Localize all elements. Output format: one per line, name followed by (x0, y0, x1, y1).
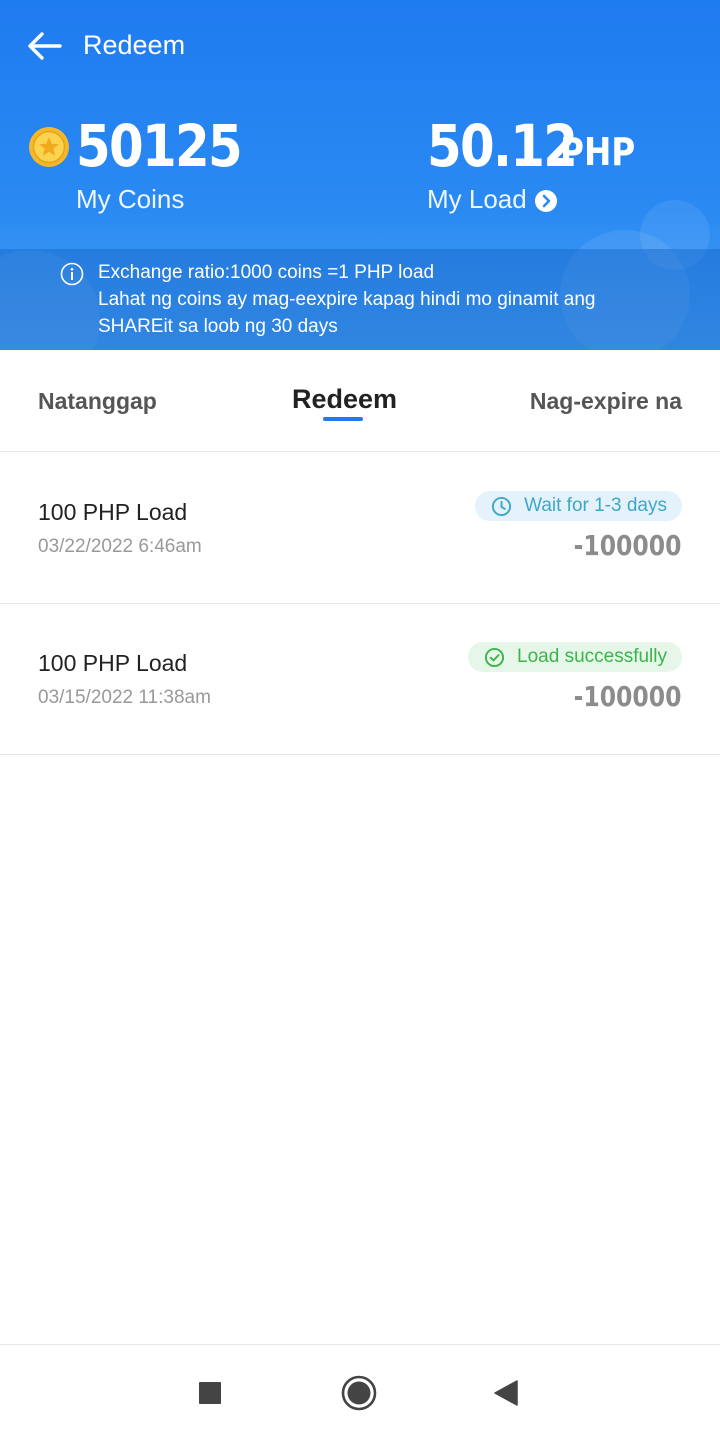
system-back-button[interactable] (494, 1380, 518, 1411)
status-text: Wait for 1-3 days (524, 495, 667, 516)
tab-redeem[interactable]: Redeem (292, 384, 397, 415)
info-icon (60, 262, 84, 286)
system-nav-bar (0, 1344, 720, 1440)
list-item[interactable]: 100 PHP Load 03/22/2022 6:46am Wait for … (0, 453, 720, 604)
coins-label: My Coins (76, 184, 185, 214)
coins-balance: 50125 (76, 112, 243, 180)
info-line: Exchange ratio:1000 coins =1 PHP load (98, 262, 435, 283)
home-button[interactable] (341, 1375, 377, 1416)
back-button[interactable] (22, 26, 66, 66)
home-circle-icon (341, 1375, 377, 1411)
record-title: 100 PHP Load (38, 499, 188, 525)
clock-icon (492, 496, 512, 516)
header-panel: Redeem 50125 My Coins 50.12 PHP My Load … (0, 0, 720, 350)
load-label: My Load (427, 184, 527, 214)
list-item[interactable]: 100 PHP Load 03/15/2022 11:38am Load suc… (0, 604, 720, 755)
status-badge: Load successfully (468, 642, 682, 672)
load-balance: 50.12 (427, 112, 578, 180)
active-tab-indicator (323, 417, 363, 421)
recents-square-icon (199, 1382, 221, 1404)
status-badge: Wait for 1-3 days (475, 491, 682, 521)
check-circle-icon (484, 647, 505, 667)
tab-natanggap[interactable]: Natanggap (38, 388, 157, 415)
chevron-right-circle-icon (534, 189, 557, 212)
recents-button[interactable] (199, 1382, 221, 1409)
tab-bar: Natanggap Redeem Nag-expire na (0, 350, 720, 452)
record-amount: -100000 (574, 529, 682, 562)
info-line: SHAREit sa loob ng 30 days (98, 316, 338, 337)
coin-icon (29, 127, 69, 167)
record-date: 03/22/2022 6:46am (38, 536, 202, 557)
page-title: Redeem (83, 30, 186, 60)
tab-nag-expire-na[interactable]: Nag-expire na (530, 388, 682, 415)
info-line: Lahat ng coins ay mag-eexpire kapag hind… (98, 289, 596, 310)
load-currency: PHP (560, 130, 636, 174)
back-arrow-icon (28, 32, 62, 60)
exchange-info-text: Exchange ratio:1000 coins =1 PHP load La… (98, 259, 658, 340)
record-amount: -100000 (574, 680, 682, 713)
my-load-link[interactable]: My Load (427, 184, 558, 215)
record-title: 100 PHP Load (38, 650, 188, 676)
status-text: Load successfully (517, 646, 667, 667)
back-triangle-icon (494, 1380, 518, 1406)
record-date: 03/15/2022 11:38am (38, 687, 211, 708)
